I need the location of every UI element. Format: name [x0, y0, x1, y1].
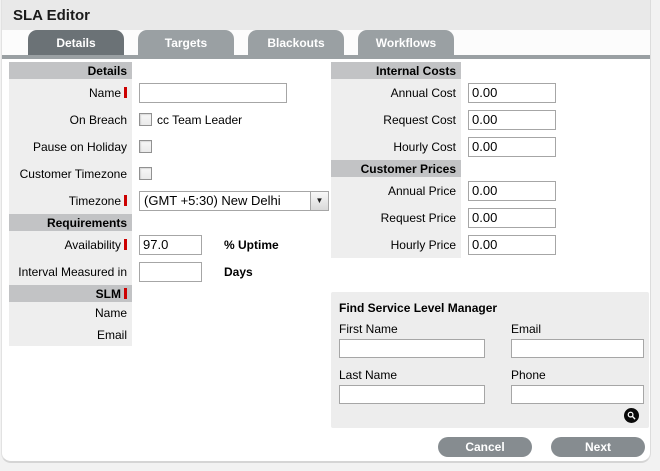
annual-price-input[interactable] [468, 180, 556, 201]
timezone-selected-value: (GMT +5:30) New Delhi [144, 193, 281, 208]
tab-blackouts[interactable]: Blackouts [248, 30, 344, 55]
annual-cost-label: Annual Cost [390, 85, 456, 100]
page-title: SLA Editor [13, 6, 90, 24]
pause-on-holiday-row: Pause on Holiday [9, 133, 325, 160]
section-heading-details: Details [9, 62, 132, 79]
find-slm-heading: Find Service Level Manager [339, 301, 498, 315]
request-cost-input[interactable] [468, 109, 556, 130]
customer-timezone-label: Customer Timezone [19, 166, 127, 181]
slm-name-row: Name [9, 302, 325, 324]
section-heading-slm: SLM [9, 285, 132, 302]
annual-price-row: Annual Price [331, 177, 649, 204]
customer-timezone-checkbox[interactable] [139, 167, 152, 180]
chevron-down-icon[interactable]: ▼ [310, 191, 328, 210]
request-price-row: Request Price [331, 204, 649, 231]
first-name-label: First Name [339, 321, 398, 336]
request-cost-row: Request Cost [331, 106, 649, 133]
hourly-price-row: Hourly Price [331, 231, 649, 258]
section-heading-customer-prices: Customer Prices [331, 160, 461, 177]
uptime-suffix-label: % Uptime [224, 237, 279, 252]
title-bar: SLA Editor [2, 0, 650, 30]
cc-team-leader-label: cc Team Leader [157, 112, 243, 127]
timezone-select[interactable]: (GMT +5:30) New Delhi ▼ [139, 190, 329, 211]
hourly-cost-label: Hourly Cost [393, 139, 456, 154]
email-label: Email [511, 321, 542, 336]
slm-email-row: Email [9, 324, 325, 346]
content-area: Details Name On Breach cc Team Leader Pa… [2, 59, 650, 461]
request-price-label: Request Price [380, 210, 456, 225]
pause-on-holiday-label: Pause on Holiday [32, 139, 127, 154]
interval-label: Interval Measured in [18, 264, 127, 279]
last-name-input[interactable] [339, 385, 485, 404]
request-price-input[interactable] [468, 207, 556, 228]
on-breach-row: On Breach cc Team Leader [9, 106, 325, 133]
section-heading-internal-costs: Internal Costs [331, 62, 461, 79]
email-input[interactable] [511, 339, 644, 358]
on-breach-label: On Breach [69, 112, 127, 127]
slm-name-label: Name [94, 306, 127, 320]
required-marker [124, 195, 127, 206]
customer-timezone-row: Customer Timezone [9, 160, 325, 187]
annual-cost-input[interactable] [468, 82, 556, 103]
magnifier-glyph [627, 411, 636, 420]
hourly-price-input[interactable] [468, 234, 556, 255]
required-marker [124, 288, 127, 299]
cancel-button[interactable]: Cancel [438, 437, 532, 457]
tab-targets[interactable]: Targets [138, 30, 234, 55]
tab-bar: Details Targets Blackouts Workflows [2, 30, 650, 55]
details-column: Details Name On Breach cc Team Leader Pa… [9, 62, 329, 346]
last-name-label: Last Name [339, 367, 398, 382]
hourly-price-label: Hourly Price [390, 237, 456, 252]
slm-email-label: Email [96, 328, 127, 342]
name-row: Name [9, 79, 325, 106]
annual-price-label: Annual Price [387, 183, 456, 198]
availability-input[interactable] [139, 234, 202, 255]
next-button[interactable]: Next [551, 437, 645, 457]
hourly-cost-row: Hourly Cost [331, 133, 649, 160]
interval-input[interactable] [139, 261, 202, 282]
days-suffix-label: Days [224, 264, 253, 279]
find-slm-panel: Find Service Level Manager First Name Em… [331, 292, 649, 428]
first-name-input[interactable] [339, 339, 485, 358]
phone-label: Phone [511, 367, 546, 382]
phone-input[interactable] [511, 385, 644, 404]
required-marker [124, 87, 127, 98]
timezone-row: Timezone (GMT +5:30) New Delhi ▼ [9, 187, 329, 214]
section-heading-requirements: Requirements [9, 214, 132, 231]
availability-label: Availability [64, 237, 121, 252]
annual-cost-row: Annual Cost [331, 79, 649, 106]
hourly-cost-input[interactable] [468, 136, 556, 157]
costs-column: Internal Costs Annual Cost Request Cost [331, 62, 649, 258]
interval-row: Interval Measured in Days [9, 258, 325, 285]
required-marker [124, 239, 127, 250]
name-label: Name [88, 85, 121, 100]
search-icon[interactable] [624, 408, 639, 423]
cc-team-leader-checkbox[interactable] [139, 113, 152, 126]
timezone-label: Timezone [68, 193, 121, 208]
tab-details[interactable]: Details [28, 30, 124, 55]
request-cost-label: Request Cost [383, 112, 456, 127]
name-input[interactable] [139, 82, 287, 103]
tab-workflows[interactable]: Workflows [358, 30, 454, 55]
sla-editor-window: SLA Editor Details Targets Blackouts Wor… [1, 0, 651, 463]
availability-row: Availability % Uptime [9, 231, 325, 258]
pause-on-holiday-checkbox[interactable] [139, 140, 152, 153]
